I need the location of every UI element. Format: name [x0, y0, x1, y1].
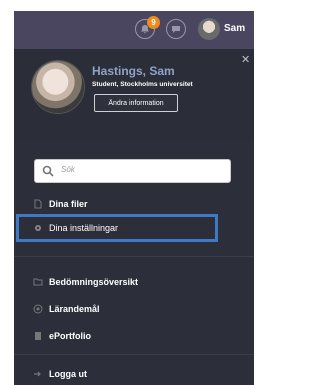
divider	[14, 354, 254, 355]
menu-item-dina-installningar[interactable]: Dina inställningar	[33, 223, 118, 233]
top-bar: 9 Sam	[14, 11, 254, 49]
menu-item-dina-filer[interactable]: Dina filer	[33, 199, 88, 209]
top-username[interactable]: Sam	[224, 23, 245, 34]
divider	[14, 256, 254, 257]
menu-item-logga-ut[interactable]: Logga ut	[33, 369, 87, 379]
search-placeholder: Sök	[61, 165, 75, 174]
profile-avatar	[32, 61, 84, 113]
notification-badge: 9	[147, 16, 160, 29]
menu-item-label: Logga ut	[49, 369, 87, 379]
portfolio-icon	[33, 331, 43, 341]
search-icon	[42, 165, 54, 177]
menu-item-larandemal[interactable]: Lärandemål	[33, 304, 100, 314]
profile-section: Hastings, Sam Student, Stockholms univer…	[14, 49, 254, 141]
user-menu-panel: 9 Sam Hastings, Sam Student, Stockholms …	[14, 11, 254, 385]
menu-item-label: ePortfolio	[49, 331, 91, 341]
search-input[interactable]: Sök	[34, 159, 231, 183]
menu-item-label: Dina inställningar	[49, 223, 119, 233]
menu-item-label: Lärandemål	[49, 304, 100, 314]
close-icon[interactable]: ✕	[241, 53, 250, 66]
menu-section: Sök Dina filer Dina inställningar Bedömn…	[14, 141, 254, 385]
change-info-button[interactable]: Ändra information	[94, 94, 178, 112]
menu-item-eportfolio[interactable]: ePortfolio	[33, 331, 91, 341]
target-icon	[33, 304, 43, 314]
folder-icon	[33, 277, 43, 287]
chat-icon[interactable]	[166, 19, 186, 39]
files-icon	[33, 199, 43, 209]
logout-icon	[33, 369, 43, 379]
profile-name: Hastings, Sam	[92, 64, 175, 78]
menu-item-label: Dina filer	[49, 199, 88, 209]
menu-item-bedomningsoversikt[interactable]: Bedömningsöversikt	[33, 277, 138, 287]
avatar[interactable]	[198, 18, 220, 40]
profile-role: Student, Stockholms universitet	[92, 81, 193, 88]
menu-item-label: Bedömningsöversikt	[49, 277, 139, 287]
gear-icon	[33, 223, 43, 233]
